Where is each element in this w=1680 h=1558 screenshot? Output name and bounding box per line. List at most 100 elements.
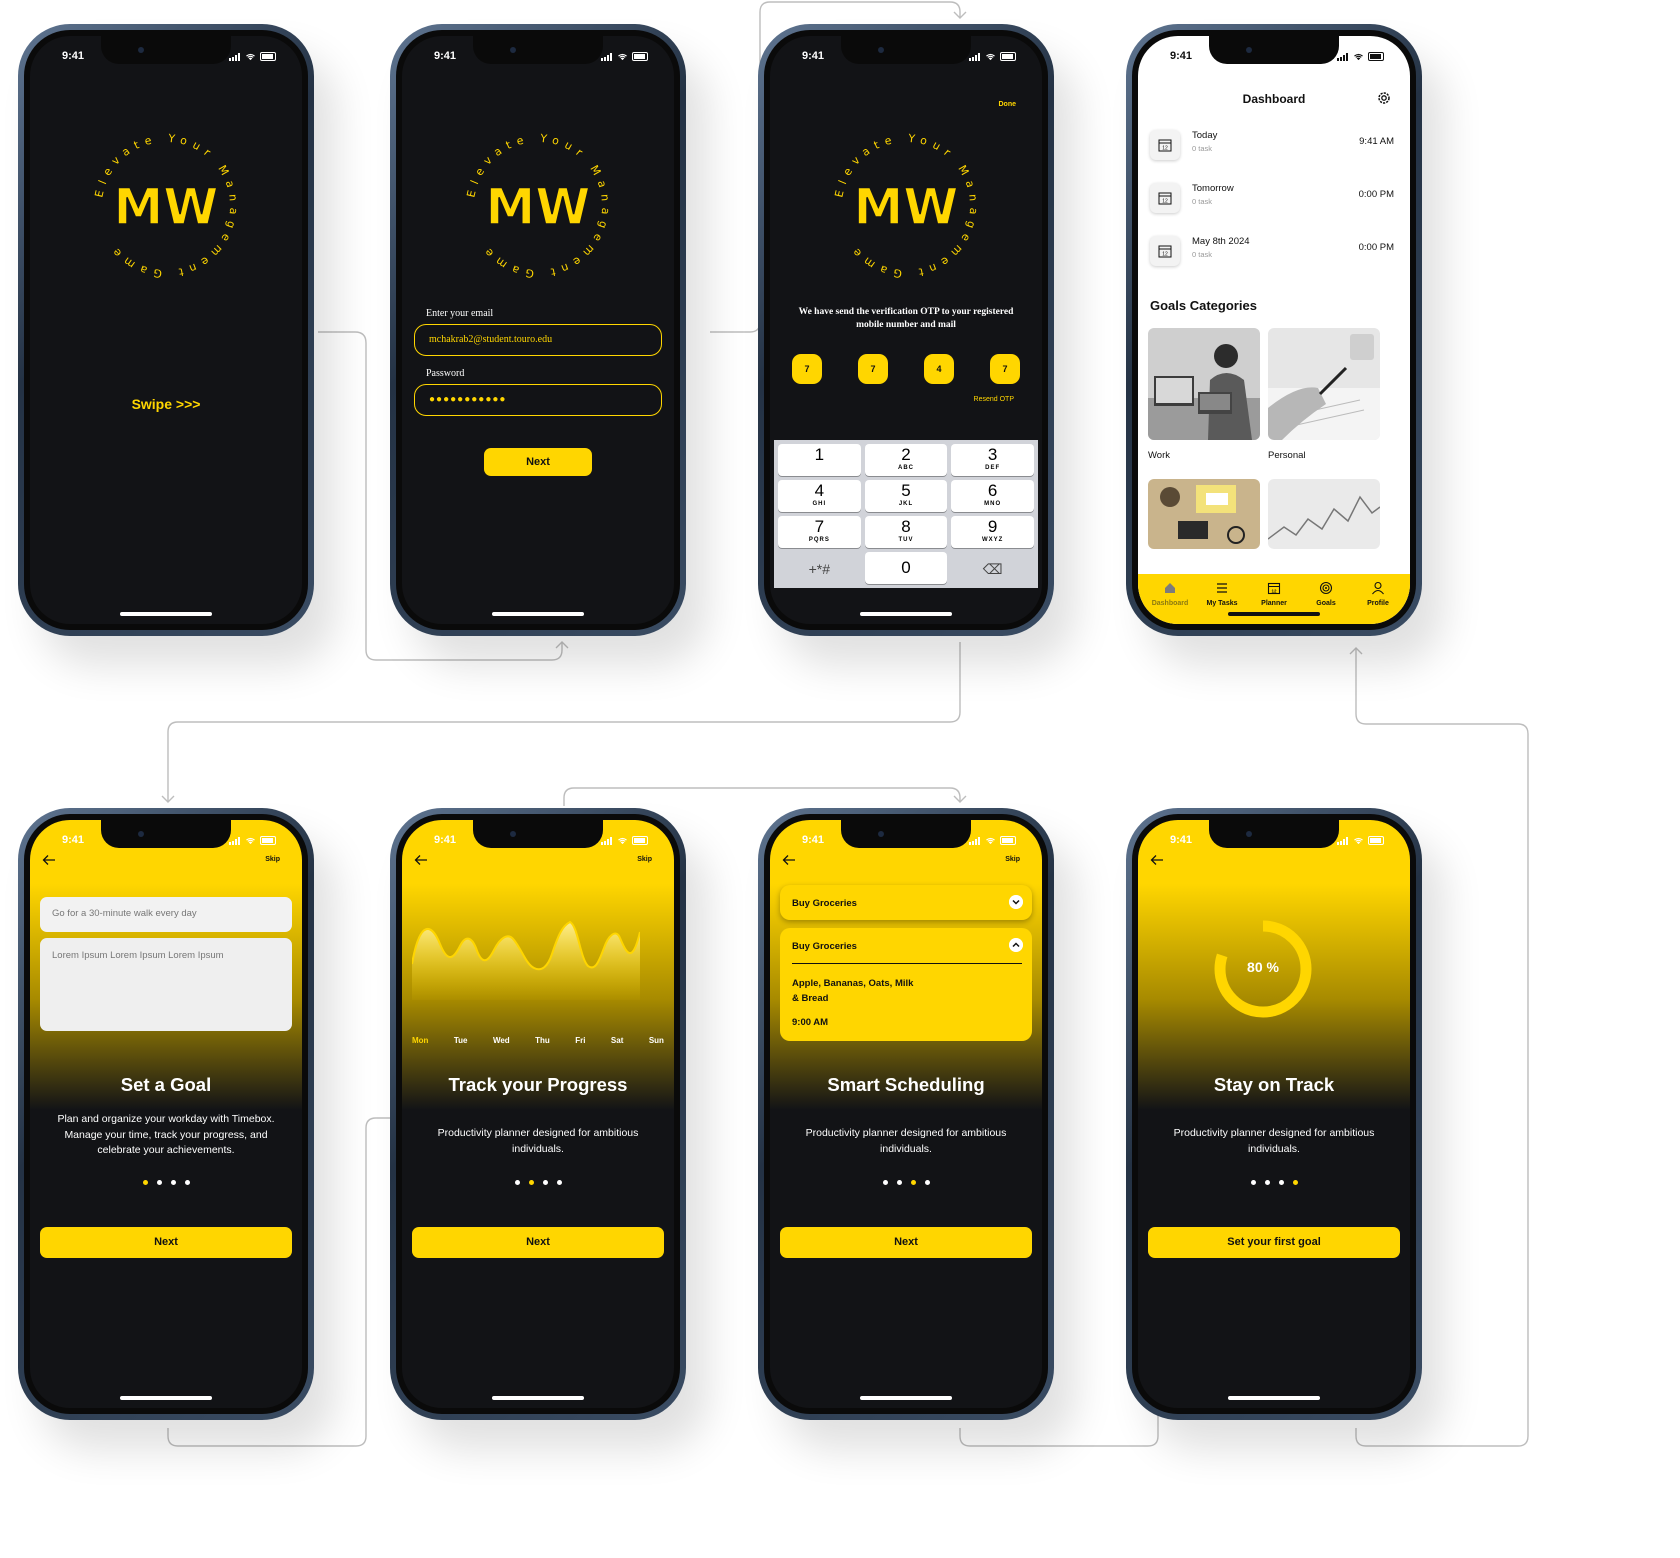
key-4[interactable]: 4 GHI xyxy=(778,480,861,512)
schedule-row-tomorrow[interactable]: 12 Tomorrow 0 task 0:00 PM xyxy=(1150,179,1394,219)
goal-title-input[interactable]: Go for a 30-minute walk every day xyxy=(40,897,292,932)
category-card-personal[interactable] xyxy=(1268,328,1380,440)
resend-otp-link[interactable]: Resend OTP xyxy=(974,396,1014,403)
splash-screen: 9:41 Elevate Your Management Game MW Swip… xyxy=(30,36,302,624)
tab-dashboard[interactable]: Dashboard xyxy=(1148,574,1192,624)
key-3[interactable]: 3 DEF xyxy=(951,444,1034,476)
wifi-icon xyxy=(246,837,255,844)
chart-photo xyxy=(1268,479,1380,549)
home-indicator[interactable] xyxy=(120,612,212,616)
home-indicator[interactable] xyxy=(120,1396,212,1400)
chevron-down-icon[interactable] xyxy=(1009,895,1023,909)
row-label: Today xyxy=(1192,130,1218,141)
key-7[interactable]: 7 PQRS xyxy=(778,516,861,548)
email-field[interactable]: mchakrab2@student.touro.edu xyxy=(414,324,662,356)
schedule-row-date[interactable]: 12 May 8th 2024 0 task 0:00 PM xyxy=(1150,232,1394,272)
chevron-up-icon[interactable] xyxy=(1009,938,1023,952)
signal-icon xyxy=(969,52,981,61)
category-card-work[interactable] xyxy=(1148,328,1260,440)
otp-screen: 9:41 Done Elevate Your Management Game MW… xyxy=(770,36,1042,624)
svg-text:12: 12 xyxy=(1162,252,1168,258)
tab-goals[interactable]: Goals xyxy=(1304,574,1348,624)
otp-message: We have send the verification OTP to you… xyxy=(798,307,1014,330)
logo-monogram: MW xyxy=(114,178,219,236)
skip-button[interactable]: Skip xyxy=(265,856,280,863)
home-indicator[interactable] xyxy=(1228,1396,1320,1400)
calendar-icon: 12 xyxy=(1150,236,1180,266)
signal-icon xyxy=(1337,836,1349,845)
key-6[interactable]: 6 MNO xyxy=(951,480,1034,512)
key-2[interactable]: 2 ABC xyxy=(864,444,948,476)
signal-icon xyxy=(601,52,613,61)
gear-icon[interactable] xyxy=(1376,90,1392,106)
goal-notes-input[interactable]: Lorem Ipsum Lorem Ipsum Lorem Ipsum xyxy=(40,938,292,1031)
password-mask: ●●●●●●●●●●● xyxy=(429,394,507,405)
category-card-3[interactable] xyxy=(1148,479,1260,549)
target-icon xyxy=(1319,581,1333,595)
home-indicator[interactable] xyxy=(860,1396,952,1400)
login-screen: 9:41 Elevate Your Management Game MW Ente… xyxy=(402,36,674,624)
page-indicator xyxy=(402,1180,674,1185)
skip-button[interactable]: Skip xyxy=(1005,856,1020,863)
day-mon: Mon xyxy=(412,1036,429,1045)
day-fri: Fri xyxy=(575,1036,586,1045)
key-1[interactable]: 1 xyxy=(778,444,861,476)
day-sun: Sun xyxy=(648,1036,664,1045)
home-indicator[interactable] xyxy=(860,612,952,616)
battery-icon xyxy=(1368,52,1384,61)
key-9[interactable]: 9 WXYZ xyxy=(951,516,1034,548)
key-0[interactable]: 0 xyxy=(864,552,948,584)
work-photo xyxy=(1148,328,1260,440)
tab-my-tasks[interactable]: My Tasks xyxy=(1200,574,1244,624)
home-indicator[interactable] xyxy=(492,612,584,616)
tab-profile[interactable]: Profile xyxy=(1356,574,1400,624)
task-card-collapsed[interactable]: Buy Groceries xyxy=(780,885,1032,920)
back-arrow-icon[interactable] xyxy=(414,854,428,866)
calendar-icon: 12 xyxy=(1267,582,1281,595)
numeric-keypad: 1 2 ABC 3 DEF 4 GHI 5 JKL 6 MNO 7 PQRS 8 TUV 9W… xyxy=(774,440,1038,588)
done-button[interactable]: Done xyxy=(999,101,1017,108)
tab-planner[interactable]: 12 Planner xyxy=(1252,574,1296,624)
back-arrow-icon[interactable] xyxy=(1150,854,1164,866)
divider xyxy=(792,963,1022,964)
row-label: Tomorrow xyxy=(1192,183,1234,194)
otp-digit-4[interactable]: 7 xyxy=(990,354,1020,384)
backspace-key[interactable]: ⌫ xyxy=(951,552,1034,584)
row-count: 0 task xyxy=(1192,197,1213,206)
back-arrow-icon[interactable] xyxy=(782,854,796,866)
set-first-goal-button[interactable]: Set your first goal xyxy=(1148,1227,1400,1258)
row-label: May 8th 2024 xyxy=(1192,236,1250,247)
next-button[interactable]: Next xyxy=(412,1227,664,1258)
battery-icon xyxy=(632,52,648,61)
swipe-prompt[interactable]: Swipe >>> xyxy=(30,396,302,412)
otp-digit-2[interactable]: 7 xyxy=(858,354,888,384)
home-indicator[interactable] xyxy=(492,1396,584,1400)
home-indicator[interactable] xyxy=(1228,612,1320,616)
phone-onboarding-3: 9:41 Skip Buy Groceries Buy Groceries Ap… xyxy=(758,808,1054,1420)
phone-onboarding-1: 9:41 Skip Go for a 30-minute walk every … xyxy=(18,808,314,1420)
category-card-4[interactable] xyxy=(1268,479,1380,549)
schedule-row-today[interactable]: 12 Today 0 task 9:41 AM xyxy=(1150,126,1394,166)
row-time: 0:00 PM xyxy=(1358,189,1394,200)
battery-icon xyxy=(1000,52,1016,61)
phone-splash: 9:41 Elevate Your Management Game MW Swip… xyxy=(18,24,314,636)
wifi-icon xyxy=(986,53,995,60)
back-arrow-icon[interactable] xyxy=(42,854,56,866)
password-field[interactable]: ●●●●●●●●●●● xyxy=(414,384,662,416)
otp-digit-1[interactable]: 7 xyxy=(792,354,822,384)
onboarding-description: Productivity planner designed for ambiti… xyxy=(1173,1127,1375,1155)
next-button[interactable]: Next xyxy=(484,448,592,476)
day-tue: Tue xyxy=(453,1036,468,1045)
status-time: 9:41 xyxy=(1170,50,1193,62)
svg-text:12: 12 xyxy=(1271,588,1277,593)
otp-digit-3[interactable]: 4 xyxy=(924,354,954,384)
key-5[interactable]: 5 JKL xyxy=(864,480,948,512)
next-button[interactable]: Next xyxy=(780,1227,1032,1258)
key-8[interactable]: 8 TUV xyxy=(864,516,948,548)
task-card-expanded[interactable]: Buy Groceries Apple, Bananas, Oats, Milk… xyxy=(780,928,1032,1041)
onboarding-screen-3: 9:41 Skip Buy Groceries Buy Groceries Ap… xyxy=(770,820,1042,1408)
next-button[interactable]: Next xyxy=(40,1227,292,1258)
skip-button[interactable]: Skip xyxy=(637,856,652,863)
key-symbols[interactable]: +*# xyxy=(778,552,861,584)
brand-logo: Elevate Your Management GameMW xyxy=(92,132,234,280)
